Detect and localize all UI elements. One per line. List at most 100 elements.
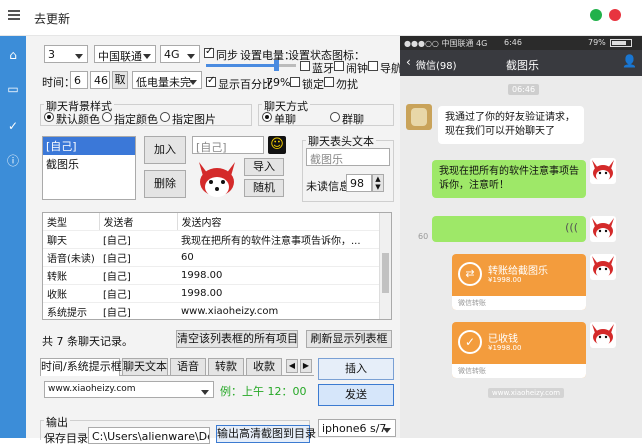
header-text-title: 聊天表头文本	[306, 133, 376, 149]
table-row[interactable]: 转账 [自己] 1998.00	[43, 266, 391, 285]
tab-scroll-left-icon[interactable]: ◀	[286, 359, 298, 373]
tab-scroll-right-icon[interactable]: ▶	[300, 359, 312, 373]
window-title: 去更新	[34, 12, 71, 26]
table-cell: 1998.00	[177, 284, 391, 303]
random-button[interactable]: 随机	[244, 179, 284, 197]
transfer-card[interactable]: ⇄ 转账给截图乐 ¥1998.00 微信转账	[452, 254, 586, 310]
transfer-amount: ¥1998.00	[488, 276, 522, 284]
bg-image-radio[interactable]	[160, 112, 170, 122]
table-row[interactable]: 收账 [自己] 1998.00	[43, 284, 391, 303]
nav-checkbox[interactable]	[368, 61, 378, 71]
carrier-select[interactable]: 中国联通	[94, 45, 156, 63]
insert-button[interactable]: 插入	[318, 358, 394, 380]
single-chat-radio[interactable]	[262, 112, 272, 122]
people-list[interactable]: [自己] 截图乐	[42, 136, 136, 200]
tab-strip: 时间/系统提示框 聊天文本 语音 转款 收款 ◀ ▶	[40, 358, 314, 376]
table-cell: 系统提示	[43, 302, 99, 319]
voice-bubble[interactable]: (((	[432, 216, 586, 242]
battery-percent-checkbox[interactable]	[206, 75, 216, 87]
lock-checkbox[interactable]	[290, 77, 300, 87]
group-chat-radio[interactable]	[330, 112, 340, 122]
self-avatar-icon	[590, 158, 616, 184]
home-icon[interactable]: ⌂	[6, 48, 20, 62]
column-header-content[interactable]: 发送内容	[177, 213, 391, 231]
bluetooth-label: 蓝牙	[312, 62, 334, 75]
dnd-checkbox[interactable]	[324, 77, 334, 87]
table-cell: [自己]	[99, 230, 177, 249]
low-power-select[interactable]: 低电量未完	[132, 71, 202, 89]
voice-length: 60	[418, 232, 429, 241]
table-row[interactable]: 聊天 [自己] 我现在把所有的软件注意事项告诉你，...	[43, 230, 391, 249]
back-arrow-icon[interactable]: ‹	[406, 55, 411, 69]
fox-avatar-icon[interactable]	[194, 158, 240, 202]
table-scrollbar[interactable]	[379, 213, 391, 319]
alarm-checkbox[interactable]	[334, 61, 344, 71]
save-dir-input[interactable]: C:\Users\alienware\Deskt	[88, 427, 210, 444]
column-header-type[interactable]: 类型	[43, 213, 100, 231]
tab-receive[interactable]: 收款	[246, 358, 282, 376]
add-person-button[interactable]: 加入	[144, 136, 186, 164]
delete-person-button[interactable]: 删除	[144, 170, 186, 198]
sim-select[interactable]: 3	[44, 45, 88, 63]
editor-panel: 3 中国联通 4G 同步 设置电量： 设置状态图标： 蓝牙 闹钟 导航 时间： …	[26, 36, 402, 445]
bg-color-radio[interactable]	[102, 112, 112, 122]
table-cell: 转账	[43, 266, 99, 285]
battery-value: 79%	[266, 76, 291, 89]
column-header-sender[interactable]: 发送者	[99, 213, 178, 231]
profile-icon[interactable]: 👤	[622, 54, 637, 68]
people-list-item-self[interactable]: [自己]	[43, 137, 135, 155]
battery-slider-thumb[interactable]	[274, 60, 279, 71]
bg-image-label: 指定图片	[172, 113, 216, 126]
table-cell: 60	[177, 248, 391, 267]
unread-input[interactable]: 98	[346, 174, 372, 192]
minute-input[interactable]: 46	[90, 71, 110, 89]
battery-slider[interactable]	[206, 60, 296, 71]
person-name-input[interactable]: [自己]	[192, 136, 264, 154]
table-cell: 1998.00	[177, 266, 391, 285]
table-cell: 语音(未读)	[43, 248, 99, 267]
device-select[interactable]: iphone6 s/7	[318, 419, 396, 437]
sync-label: 同步	[216, 49, 238, 62]
time-tip-input[interactable]: www.xiaoheizy.com	[44, 381, 214, 398]
bg-default-label: 默认颜色	[56, 113, 100, 126]
tab-time-system[interactable]: 时间/系统提示框	[40, 358, 122, 376]
battery-percent-label: 显示百分比	[218, 78, 273, 91]
import-button[interactable]: 导入	[244, 158, 284, 176]
tab-voice[interactable]: 语音	[170, 358, 206, 376]
group-chat-label: 群聊	[342, 113, 364, 126]
people-list-item-jietule[interactable]: 截图乐	[43, 155, 135, 173]
take-time-button[interactable]: 取	[112, 71, 128, 89]
back-label[interactable]: 微信(98)	[416, 57, 457, 72]
unread-stepper[interactable]: ▲ ▼	[372, 174, 384, 192]
time-example: 例：上午 12：00	[220, 385, 307, 398]
close-button[interactable]	[609, 9, 621, 21]
menu-icon[interactable]	[8, 10, 20, 20]
export-button[interactable]: 输出高清截图到目录	[216, 425, 316, 443]
sync-checkbox[interactable]	[204, 46, 214, 58]
info-icon[interactable]: ⓘ	[6, 154, 20, 168]
tab-transfer[interactable]: 转款	[208, 358, 244, 376]
refresh-list-button[interactable]: 刷新显示列表框	[306, 330, 392, 348]
network-select[interactable]: 4G	[160, 45, 200, 63]
received-card[interactable]: ✓ 已收钱 ¥1998.00 微信转账	[452, 322, 586, 378]
bg-default-radio[interactable]	[44, 112, 54, 122]
table-row[interactable]: 系统提示 [自己] www.xiaoheizy.com	[43, 302, 391, 319]
table-row[interactable]: 语音(未读) [自己] 60	[43, 248, 391, 267]
send-button[interactable]: 发送	[318, 384, 394, 406]
maximize-button[interactable]	[590, 9, 602, 21]
bluetooth-checkbox[interactable]	[300, 61, 310, 71]
message-bubble-friend: 我通过了你的好友验证请求，现在我们可以开始聊天了	[438, 106, 584, 144]
check-icon[interactable]: ✓	[6, 119, 20, 133]
alarm-label: 闹钟	[346, 62, 368, 75]
window-icon[interactable]: ▭	[6, 82, 20, 96]
header-text-input[interactable]: 截图乐	[306, 148, 390, 166]
hour-input[interactable]: 6	[70, 71, 88, 89]
table-cell: [自己]	[99, 248, 177, 267]
clear-list-button[interactable]: 清空该列表框的所有项目	[176, 330, 298, 348]
table-scrollbar-thumb[interactable]	[382, 253, 389, 293]
emoji-icon[interactable]: ☺	[268, 136, 286, 154]
received-check-icon: ✓	[458, 330, 482, 354]
lock-label: 锁定	[302, 78, 324, 91]
tab-chat-text[interactable]: 聊天文本	[122, 358, 168, 376]
received-amount: ¥1998.00	[488, 344, 522, 352]
